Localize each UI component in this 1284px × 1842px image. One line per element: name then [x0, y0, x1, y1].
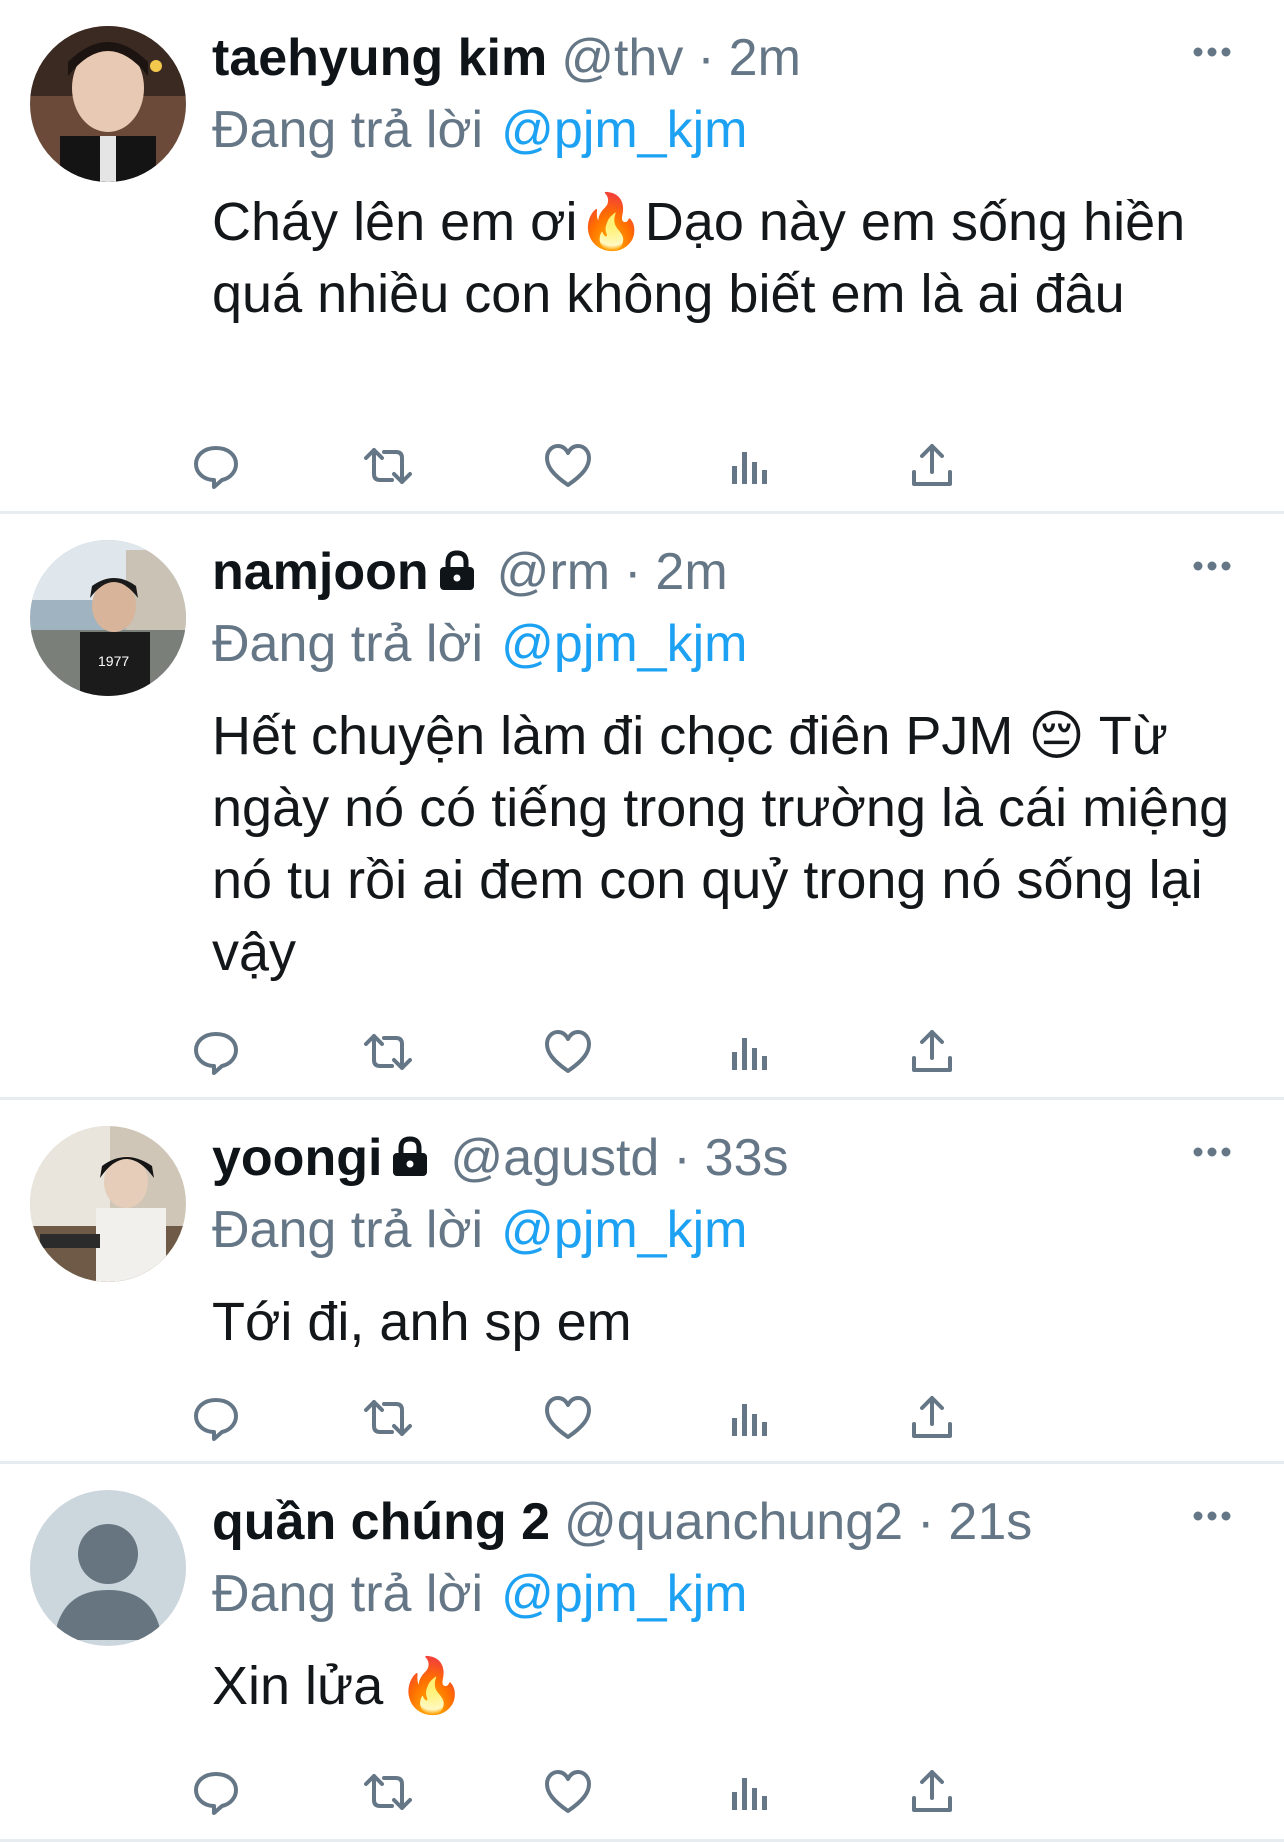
user-handle[interactable]: @rm: [497, 543, 610, 601]
reply-target-link[interactable]: @pjm_kjm: [501, 615, 747, 673]
retweet-button[interactable]: [362, 1392, 414, 1444]
retweet-button[interactable]: [362, 1026, 414, 1078]
retweet-icon: [364, 1034, 412, 1070]
like-icon: [545, 444, 591, 487]
like-button[interactable]: [542, 1392, 594, 1444]
like-icon: [545, 1396, 591, 1439]
more-options-icon[interactable]: [1192, 1510, 1232, 1522]
timestamp[interactable]: 33s: [705, 1129, 789, 1187]
display-name[interactable]: taehyung kim: [212, 29, 547, 87]
replying-to-label: Đang trả lời: [212, 1565, 484, 1623]
reply-target-link[interactable]: @pjm_kjm: [501, 1201, 747, 1259]
avatar-photo: [30, 1126, 186, 1282]
lock-icon: [393, 1136, 428, 1177]
analytics-icon: [732, 1038, 767, 1070]
timestamp[interactable]: 21s: [948, 1493, 1032, 1551]
retweet-button[interactable]: [362, 1766, 414, 1818]
reply-button[interactable]: [190, 1392, 242, 1444]
tweet-text: Xin lửa 🔥: [212, 1656, 466, 1716]
user-handle[interactable]: @thv: [561, 29, 683, 87]
replying-to: Đang trả lời @pjm_kjm: [212, 1558, 747, 1630]
tweet-text: Cháy lên em ơi🔥Dạo này em sống hiền quá …: [212, 192, 1186, 324]
display-name[interactable]: quần chúng 2: [212, 1493, 550, 1551]
tweet-actions: [194, 1766, 1132, 1818]
tweet[interactable]: 1977 namjoon @rm · 2m Đang trả lời @pjm_kjm…: [0, 514, 1284, 1100]
display-name[interactable]: yoongi: [212, 1129, 382, 1187]
timestamp[interactable]: 2m: [655, 543, 727, 601]
user-handle[interactable]: @agustd: [450, 1129, 659, 1187]
share-button[interactable]: [906, 1392, 958, 1444]
reply-icon: [194, 1398, 238, 1441]
tweet-header: quần chúng 2 @quanchung2 · 21s: [212, 1486, 1164, 1558]
tweet-actions: [194, 440, 1132, 492]
replying-to-label: Đang trả lời: [212, 101, 484, 159]
replying-to: Đang trả lời @pjm_kjm: [212, 1194, 747, 1266]
like-button[interactable]: [542, 1026, 594, 1078]
share-icon: [912, 1770, 952, 1812]
reply-icon: [194, 446, 238, 489]
retweet-button[interactable]: [362, 440, 414, 492]
reply-button[interactable]: [190, 1766, 242, 1818]
tweet-text: Tới đi, anh sp em: [212, 1292, 632, 1352]
lock-icon: [439, 550, 474, 591]
replying-to: Đang trả lời @pjm_kjm: [212, 608, 747, 680]
svg-text:1977: 1977: [98, 653, 129, 669]
default-profile-icon: [30, 1490, 186, 1646]
tweet-header: taehyung kim @thv · 2m: [212, 22, 1164, 94]
tweet-actions: [194, 1026, 1132, 1078]
retweet-icon: [364, 1774, 412, 1810]
tweet-header: yoongi @agustd · 33s: [212, 1122, 1164, 1194]
analytics-button[interactable]: [724, 1392, 776, 1444]
like-button[interactable]: [542, 440, 594, 492]
analytics-button[interactable]: [724, 1026, 776, 1078]
retweet-icon: [364, 1400, 412, 1436]
more-options-icon[interactable]: [1192, 1146, 1232, 1158]
share-icon: [912, 444, 952, 486]
analytics-icon: [732, 1778, 767, 1810]
replying-to-label: Đang trả lời: [212, 615, 484, 673]
avatar[interactable]: [30, 1490, 186, 1646]
separator-dot: ·: [673, 1129, 691, 1187]
share-button[interactable]: [906, 1026, 958, 1078]
avatar[interactable]: [30, 1126, 186, 1282]
separator-dot: ·: [917, 1493, 935, 1551]
reply-icon: [194, 1772, 238, 1815]
replying-to: Đang trả lời @pjm_kjm: [212, 94, 747, 166]
tweet-text: Hết chuyện làm đi chọc điên PJM 😔 Từ ngà…: [212, 706, 1230, 982]
share-button[interactable]: [906, 1766, 958, 1818]
separator-dot: ·: [697, 29, 715, 87]
timestamp[interactable]: 2m: [729, 29, 801, 87]
analytics-icon: [732, 1404, 767, 1436]
avatar-photo: 1977: [30, 540, 186, 696]
tweet[interactable]: yoongi @agustd · 33s Đang trả lời @pjm_kjm …: [0, 1100, 1284, 1464]
analytics-button[interactable]: [724, 440, 776, 492]
separator-dot: ·: [624, 543, 642, 601]
tweet-actions: [194, 1392, 1132, 1444]
reply-target-link[interactable]: @pjm_kjm: [501, 101, 747, 159]
reply-button[interactable]: [190, 440, 242, 492]
tweet-header: namjoon @rm · 2m: [212, 536, 1164, 608]
like-icon: [545, 1770, 591, 1813]
avatar[interactable]: 1977: [30, 540, 186, 696]
avatar[interactable]: [30, 26, 186, 182]
reply-target-link[interactable]: @pjm_kjm: [501, 1565, 747, 1623]
reply-button[interactable]: [190, 1026, 242, 1078]
user-handle[interactable]: @quanchung2: [564, 1493, 903, 1551]
analytics-icon: [732, 452, 767, 484]
share-icon: [912, 1396, 952, 1438]
tweet[interactable]: taehyung kim @thv · 2m Đang trả lời @pjm_kjm…: [0, 0, 1284, 514]
share-icon: [912, 1030, 952, 1072]
retweet-icon: [364, 448, 412, 484]
more-options-icon[interactable]: [1192, 560, 1232, 572]
like-icon: [545, 1030, 591, 1073]
share-button[interactable]: [906, 440, 958, 492]
tweet[interactable]: quần chúng 2 @quanchung2 · 21s Đang trả lời…: [0, 1464, 1284, 1842]
avatar-photo: [30, 26, 186, 182]
like-button[interactable]: [542, 1766, 594, 1818]
analytics-button[interactable]: [724, 1766, 776, 1818]
replying-to-label: Đang trả lời: [212, 1201, 484, 1259]
more-options-icon[interactable]: [1192, 46, 1232, 58]
display-name[interactable]: namjoon: [212, 543, 429, 601]
reply-icon: [194, 1032, 238, 1075]
